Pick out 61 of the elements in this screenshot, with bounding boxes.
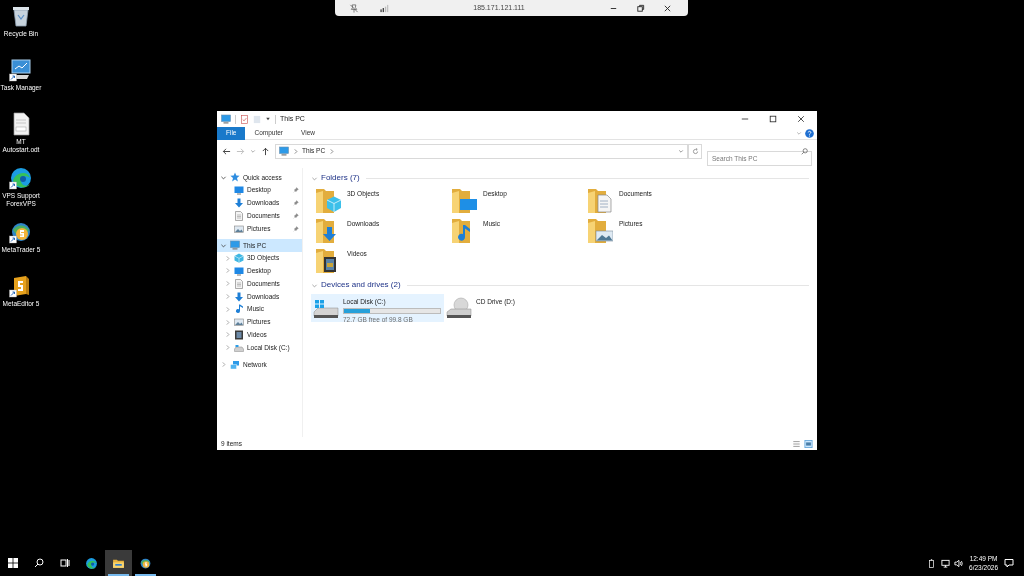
close-icon[interactable] xyxy=(663,3,672,13)
monitor-chart-icon[interactable] xyxy=(9,58,33,82)
group-header[interactable]: Folders (7) xyxy=(321,172,360,184)
pin-off-icon[interactable] xyxy=(349,3,359,13)
monitor-icon xyxy=(234,265,244,276)
swirl-logo-icon xyxy=(85,556,98,570)
drive-icon xyxy=(313,297,339,319)
caret-icon xyxy=(796,130,802,136)
caret-icon xyxy=(265,116,271,122)
music-note-icon xyxy=(234,304,244,315)
star-icon xyxy=(230,172,240,183)
document-icon xyxy=(234,210,244,221)
cube-icon xyxy=(234,253,244,264)
computer-icon xyxy=(279,146,289,156)
chevron-icon xyxy=(292,147,299,155)
chart-globe-icon xyxy=(139,556,152,570)
picture-icon xyxy=(234,317,244,328)
down-arrow-icon xyxy=(234,198,244,208)
windows-logo-icon[interactable] xyxy=(8,558,18,568)
task-view-icon[interactable] xyxy=(60,558,70,568)
maximize-icon xyxy=(769,115,777,123)
tiles-view-icon[interactable] xyxy=(804,439,813,448)
picture-folder-icon xyxy=(587,216,613,244)
forward-arrow-icon xyxy=(236,146,245,156)
network-monitor-icon[interactable] xyxy=(941,558,951,568)
up-arrow-icon xyxy=(261,146,270,156)
document-folder-icon xyxy=(587,186,613,214)
group-header[interactable]: Devices and drives (2) xyxy=(321,279,401,291)
search-icon[interactable] xyxy=(34,558,44,568)
help-icon xyxy=(805,128,814,138)
cd-drive-icon xyxy=(446,297,472,319)
speaker-icon[interactable] xyxy=(954,558,964,568)
drive-icon xyxy=(234,342,244,353)
blank-page-icon xyxy=(253,114,261,124)
taskbar-app-button[interactable] xyxy=(105,550,132,576)
network-icon xyxy=(230,359,240,370)
battery-icon[interactable] xyxy=(928,558,936,568)
chart-globe-icon[interactable] xyxy=(9,220,33,244)
caret-icon xyxy=(678,148,684,154)
document-icon xyxy=(234,278,244,289)
chevron-icon xyxy=(220,361,227,369)
computer-icon xyxy=(230,240,240,251)
restore-icon[interactable] xyxy=(636,3,645,13)
cube-folder-icon xyxy=(315,186,341,214)
chevron-icon xyxy=(328,147,336,155)
close-icon xyxy=(797,115,805,123)
desktop-folder-icon xyxy=(451,186,477,214)
swirl-logo-icon[interactable] xyxy=(9,166,33,190)
refresh-icon xyxy=(691,147,699,155)
notification-icon[interactable] xyxy=(1004,558,1014,568)
down-arrow-icon xyxy=(234,291,244,302)
monitor-icon xyxy=(234,185,244,196)
checklist-icon xyxy=(240,114,249,124)
signal-bars-icon[interactable] xyxy=(379,3,389,13)
search-icon xyxy=(801,147,808,155)
computer-icon xyxy=(221,114,231,124)
minimize-icon xyxy=(741,115,749,123)
caret-icon xyxy=(250,148,256,154)
picture-icon xyxy=(234,223,244,234)
back-arrow-icon xyxy=(222,146,231,156)
film-icon xyxy=(234,329,244,340)
